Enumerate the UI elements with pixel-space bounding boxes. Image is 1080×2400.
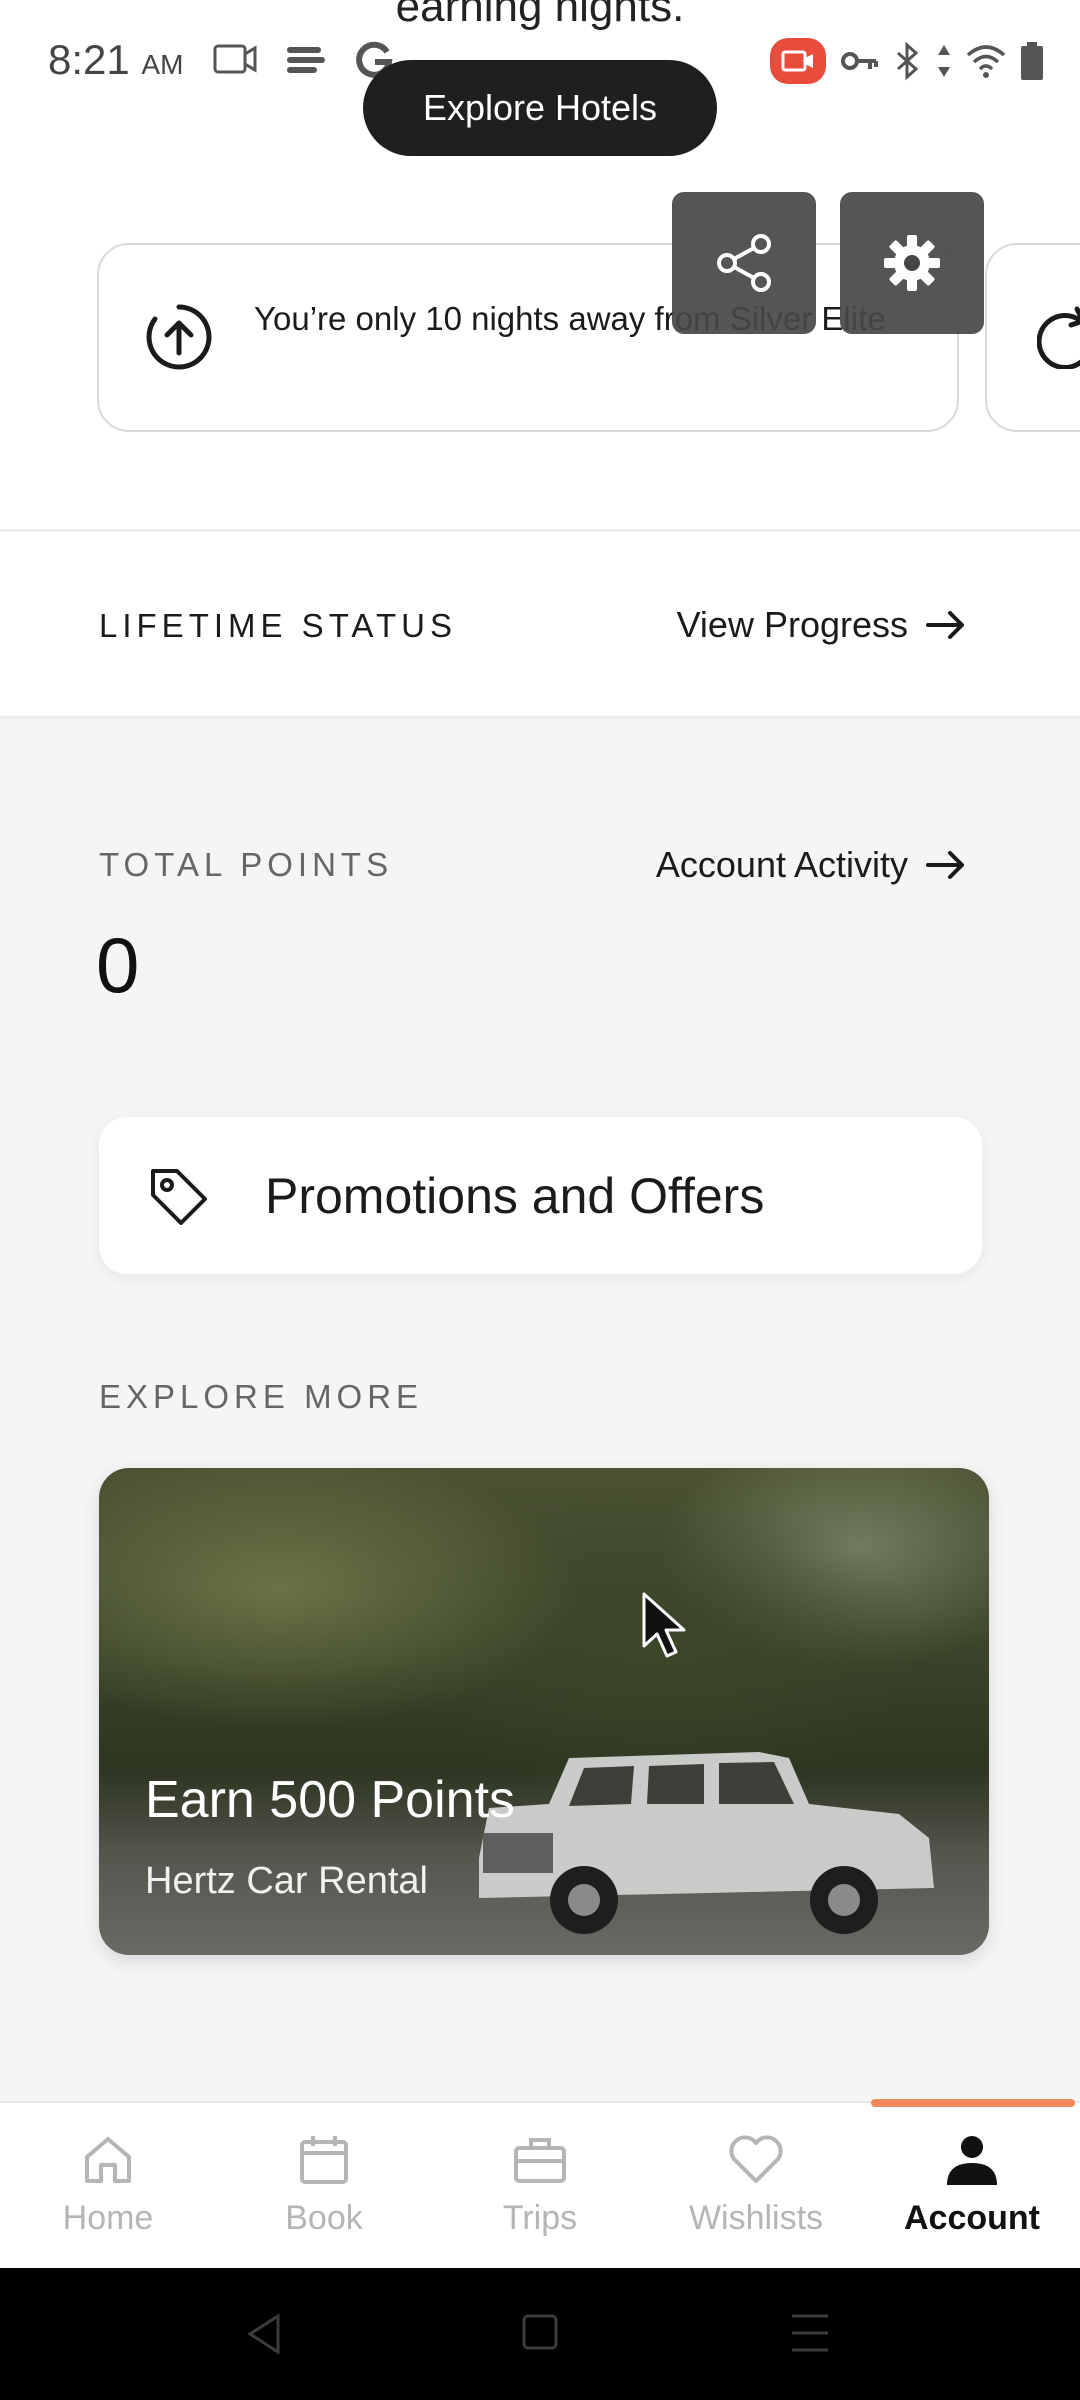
hertz-offer-card[interactable]: Earn 500 Points Hertz Car Rental bbox=[99, 1468, 989, 1955]
view-progress-label: View Progress bbox=[676, 604, 908, 645]
recents-menu-icon[interactable] bbox=[790, 2312, 830, 2354]
total-points-value: 0 bbox=[96, 921, 140, 1009]
status-right-icons bbox=[770, 38, 1044, 84]
wifi-icon bbox=[966, 45, 1006, 78]
screen-record-icon bbox=[770, 38, 826, 84]
calendar-icon bbox=[300, 2136, 348, 2184]
nav-account-label: Account bbox=[904, 2199, 1040, 2237]
arrow-right-icon bbox=[926, 851, 964, 879]
status-time-value: 8:21 bbox=[48, 36, 130, 83]
next-card-peek[interactable] bbox=[985, 243, 1080, 432]
app-notification-icon bbox=[287, 47, 325, 73]
home-button-icon[interactable] bbox=[522, 2312, 558, 2352]
nav-home-label: Home bbox=[62, 2199, 154, 2237]
screencast-icon bbox=[213, 44, 257, 74]
nav-home[interactable]: Home bbox=[0, 2103, 216, 2270]
vpn-key-icon bbox=[841, 52, 878, 70]
battery-icon bbox=[1021, 42, 1043, 80]
total-points-label: TOTAL POINTS bbox=[99, 846, 394, 883]
promotions-offers-label: Promotions and Offers bbox=[265, 1168, 765, 1224]
mouse-cursor-icon bbox=[642, 1592, 686, 1658]
status-left-icons bbox=[212, 40, 394, 80]
section-divider bbox=[0, 529, 1080, 532]
home-icon bbox=[85, 2137, 131, 2183]
nav-book[interactable]: Book bbox=[216, 2103, 432, 2270]
section-divider bbox=[0, 716, 1080, 719]
nav-wishlists[interactable]: Wishlists bbox=[648, 2103, 864, 2270]
view-progress-link[interactable]: View Progress bbox=[677, 604, 966, 646]
explore-hotels-button[interactable]: Explore Hotels bbox=[363, 60, 717, 156]
nav-trips[interactable]: Trips bbox=[432, 2103, 648, 2270]
bottom-navigation: Home Book Trips Wishlists Account bbox=[0, 2101, 1080, 2268]
explore-more-label: EXPLORE MORE bbox=[99, 1378, 424, 1415]
data-arrows-icon bbox=[938, 45, 950, 77]
back-icon[interactable] bbox=[246, 2312, 282, 2356]
system-navigation-bar bbox=[0, 2268, 1080, 2400]
share-button[interactable] bbox=[672, 192, 816, 334]
refresh-icon bbox=[1037, 306, 1080, 369]
nav-book-label: Book bbox=[285, 2199, 363, 2237]
settings-button[interactable] bbox=[840, 192, 984, 334]
gear-icon bbox=[884, 235, 940, 291]
hertz-card-subtitle: Hertz Car Rental bbox=[145, 1860, 428, 1902]
heart-icon bbox=[729, 2135, 783, 2183]
elite-progress-text: You’re only 10 nights away from Silver E… bbox=[254, 300, 886, 337]
lifetime-status-label: LIFETIME STATUS bbox=[99, 607, 457, 644]
cut-off-text: earning nights. bbox=[395, 0, 685, 31]
nav-wishlists-label: Wishlists bbox=[688, 2199, 824, 2237]
promotions-offers-button[interactable]: Promotions and Offers bbox=[99, 1117, 982, 1274]
hertz-card-title: Earn 500 Points bbox=[145, 1771, 516, 1829]
tag-icon bbox=[151, 1169, 207, 1225]
account-activity-link[interactable]: Account Activity bbox=[656, 844, 966, 886]
nav-account[interactable]: Account bbox=[864, 2103, 1080, 2270]
nav-trips-label: Trips bbox=[502, 2199, 578, 2237]
status-time: 8:21 AM bbox=[48, 36, 183, 84]
status-time-ampm: AM bbox=[141, 49, 184, 80]
arrow-right-icon bbox=[926, 611, 964, 639]
share-icon bbox=[717, 234, 771, 292]
person-icon bbox=[947, 2136, 997, 2185]
jeep-image bbox=[479, 1752, 934, 1934]
briefcase-icon bbox=[514, 2138, 566, 2183]
arrow-up-circle-icon bbox=[146, 304, 212, 370]
account-activity-label: Account Activity bbox=[655, 844, 908, 885]
active-tab-indicator bbox=[871, 2099, 1075, 2107]
bluetooth-icon bbox=[897, 41, 919, 81]
elite-progress-card[interactable]: You’re only 10 nights away from Silver E… bbox=[97, 243, 959, 432]
status-summary-section: earning nights. 8:21 AM Explore Hotels Y… bbox=[0, 0, 1080, 718]
